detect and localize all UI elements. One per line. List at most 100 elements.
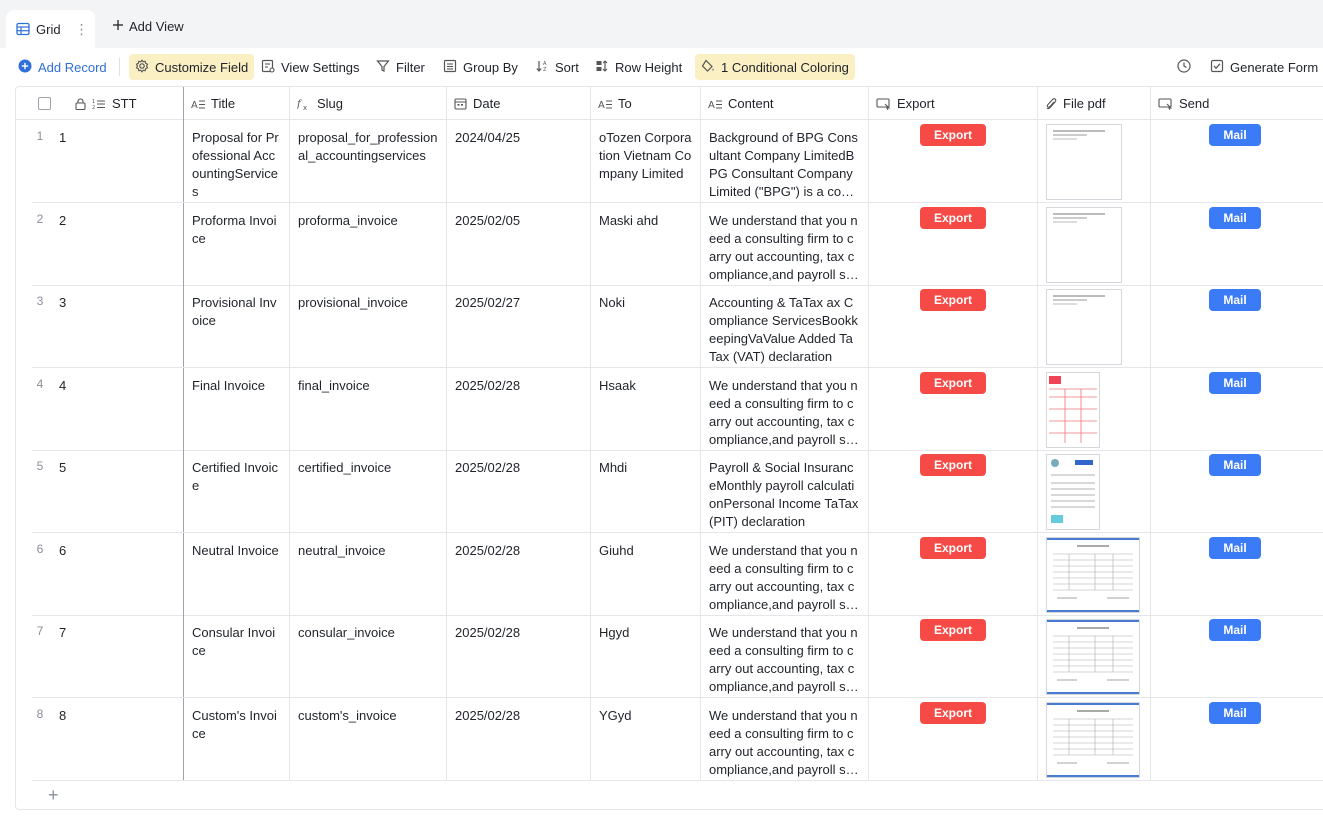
cell-slug[interactable]: certified_invoice [290, 450, 447, 532]
header-export[interactable]: Export [869, 87, 1038, 120]
cell-date[interactable]: 2025/02/28 [447, 367, 591, 450]
cell-content[interactable]: Payroll & Social InsuranceMonthly payrol… [701, 450, 869, 532]
cell-date[interactable]: 2024/04/25 [447, 120, 591, 202]
cell-file-pdf[interactable] [1038, 120, 1151, 202]
cell-title[interactable]: Provisional Invoice [184, 285, 290, 367]
mail-button[interactable]: Mail [1209, 206, 1261, 229]
pdf-thumbnail[interactable] [1046, 124, 1122, 200]
generate-form-button[interactable]: Generate Form [1204, 54, 1323, 80]
mail-button[interactable]: Mail [1209, 124, 1261, 146]
header-date[interactable]: Date [447, 87, 591, 120]
cell-title[interactable]: Neutral Invoice [184, 532, 290, 615]
mail-button[interactable]: Mail [1209, 371, 1261, 394]
mail-button[interactable]: Mail [1209, 289, 1261, 311]
cell-content[interactable]: Accounting & TaTax ax Compliance Service… [701, 285, 869, 367]
cell-content[interactable]: We understand that you need a consulting… [701, 697, 869, 780]
view-settings-button[interactable]: View Settings [255, 54, 366, 80]
cell-slug[interactable]: proposal_for_professional_accountingserv… [290, 120, 447, 202]
export-button[interactable]: Export [920, 619, 986, 641]
table-row[interactable]: 5 5 Certified Invoice certified_invoice 2025… [32, 450, 1323, 533]
cell-content[interactable]: We understand that you need a consulting… [701, 367, 869, 450]
cell-file-pdf[interactable] [1038, 367, 1151, 450]
cell-stt[interactable]: 5 [16, 450, 184, 532]
pdf-thumbnail[interactable] [1046, 371, 1100, 448]
cell-date[interactable]: 2025/02/05 [447, 202, 591, 285]
pdf-thumbnail[interactable] [1046, 206, 1122, 283]
cell-to[interactable]: Giuhd [591, 532, 701, 615]
cell-content[interactable]: We understand that you need a consulting… [701, 615, 869, 697]
cell-file-pdf[interactable] [1038, 285, 1151, 367]
table-row[interactable]: 1 1 Proposal for Professional AccountingSe… [32, 120, 1323, 203]
cell-title[interactable]: Proforma Invoice [184, 202, 290, 285]
header-content[interactable]: A Content [701, 87, 869, 120]
customize-field-button[interactable]: Customize Field [129, 54, 255, 80]
export-button[interactable]: Export [920, 206, 986, 229]
pdf-thumbnail[interactable] [1046, 619, 1140, 695]
row-height-button[interactable]: Row Height [589, 54, 688, 80]
export-button[interactable]: Export [920, 124, 986, 146]
header-send[interactable]: Send [1151, 87, 1323, 120]
header-slug[interactable]: fx Slug [290, 87, 447, 120]
cell-stt[interactable]: 1 [16, 120, 184, 202]
cell-title[interactable]: Custom's Invoice [184, 697, 290, 780]
header-to[interactable]: A To [591, 87, 701, 120]
cell-slug[interactable]: custom's_invoice [290, 697, 447, 780]
cell-date[interactable]: 2025/02/28 [447, 532, 591, 615]
cell-slug[interactable]: neutral_invoice [290, 532, 447, 615]
conditional-coloring-button[interactable]: 1 Conditional Coloring [695, 54, 855, 80]
table-row[interactable]: 4 4 Final Invoice final_invoice 2025/02/28 Hs… [32, 367, 1323, 451]
cell-date[interactable]: 2025/02/28 [447, 615, 591, 697]
cell-to[interactable]: Maski ahd [591, 202, 701, 285]
cell-file-pdf[interactable] [1038, 532, 1151, 615]
more-vertical-icon[interactable]: ⋮ [75, 22, 89, 36]
sort-button[interactable]: AZ Sort [529, 54, 585, 80]
table-row[interactable]: 3 3 Provisional Invoice provisional_invoice… [32, 285, 1323, 368]
cell-slug[interactable]: provisional_invoice [290, 285, 447, 367]
cell-content[interactable]: Background of BPG Consultant Company Lim… [701, 120, 869, 202]
cell-stt[interactable]: 4 [16, 367, 184, 450]
cell-stt[interactable]: 6 [16, 532, 184, 615]
cell-slug[interactable]: proforma_invoice [290, 202, 447, 285]
cell-slug[interactable]: consular_invoice [290, 615, 447, 697]
cell-slug[interactable]: final_invoice [290, 367, 447, 450]
cell-file-pdf[interactable] [1038, 697, 1151, 780]
add-record-button[interactable]: Add Record [12, 54, 113, 80]
cell-title[interactable]: Certified Invoice [184, 450, 290, 532]
cell-title[interactable]: Final Invoice [184, 367, 290, 450]
tab-grid[interactable]: Grid ⋮ [6, 10, 95, 48]
cell-file-pdf[interactable] [1038, 450, 1151, 532]
history-button[interactable] [1170, 54, 1198, 80]
cell-to[interactable]: Hgyd [591, 615, 701, 697]
mail-button[interactable]: Mail [1209, 701, 1261, 724]
add-row-button[interactable]: + [32, 779, 1323, 809]
select-all-checkbox[interactable] [38, 97, 51, 110]
cell-stt[interactable]: 8 [16, 697, 184, 780]
mail-button[interactable]: Mail [1209, 454, 1261, 476]
cell-stt[interactable]: 3 [16, 285, 184, 367]
cell-stt[interactable]: 7 [16, 615, 184, 697]
filter-button[interactable]: Filter [370, 54, 431, 80]
cell-file-pdf[interactable] [1038, 615, 1151, 697]
cell-to[interactable]: oTozen Corporation Vietnam Company Limit… [591, 120, 701, 202]
cell-title[interactable]: Proposal for Professional AccountingServ… [184, 120, 290, 202]
mail-button[interactable]: Mail [1209, 619, 1261, 641]
export-button[interactable]: Export [920, 701, 986, 724]
pdf-thumbnail[interactable] [1046, 536, 1140, 613]
pdf-thumbnail[interactable] [1046, 454, 1100, 530]
cell-stt[interactable]: 2 [16, 202, 184, 285]
add-view-button[interactable]: Add View [112, 19, 184, 34]
table-row[interactable]: 8 8 Custom's Invoice custom's_invoice 2025/0… [32, 697, 1323, 781]
mail-button[interactable]: Mail [1209, 536, 1261, 559]
cell-content[interactable]: We understand that you need a consulting… [701, 202, 869, 285]
export-button[interactable]: Export [920, 454, 986, 476]
cell-title[interactable]: Consular Invoice [184, 615, 290, 697]
pdf-thumbnail[interactable] [1046, 701, 1140, 778]
cell-to[interactable]: Hsaak [591, 367, 701, 450]
header-file-pdf[interactable]: File pdf [1038, 87, 1151, 120]
cell-to[interactable]: Noki [591, 285, 701, 367]
export-button[interactable]: Export [920, 289, 986, 311]
table-row[interactable]: 2 2 Proforma Invoice proforma_invoice 2025/0… [32, 202, 1323, 286]
table-row[interactable]: 6 6 Neutral Invoice neutral_invoice 2025/02/… [32, 532, 1323, 616]
header-title[interactable]: A Title [184, 87, 290, 120]
export-button[interactable]: Export [920, 536, 986, 559]
